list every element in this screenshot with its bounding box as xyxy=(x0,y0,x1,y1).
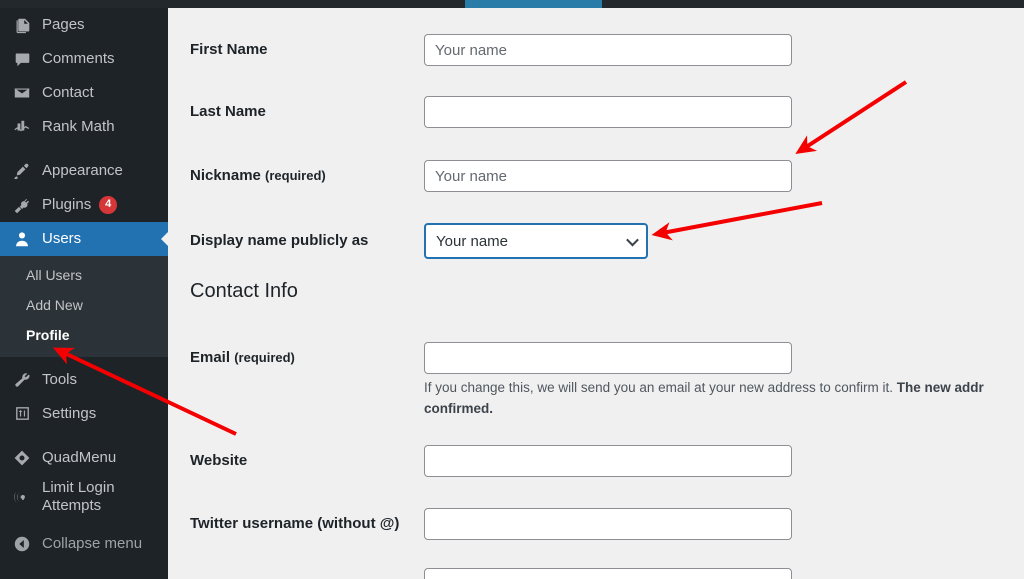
email-help-text: If you change this, we will send you an … xyxy=(424,378,1024,420)
twitter-username-input[interactable] xyxy=(424,508,792,540)
website-input[interactable] xyxy=(424,445,792,477)
display-name-select-wrap xyxy=(424,223,648,259)
sidebar-item-comments[interactable]: Comments xyxy=(0,42,168,76)
sidebar-item-label: Rank Math xyxy=(42,118,115,135)
first-name-input[interactable] xyxy=(424,34,792,66)
sidebar-item-contact[interactable]: Contact xyxy=(0,76,168,110)
last-name-input[interactable] xyxy=(424,96,792,128)
sidebar-item-collapse-menu[interactable]: Collapse menu xyxy=(0,527,168,561)
appearance-brush-icon xyxy=(11,161,33,181)
email-field-wrap xyxy=(424,342,792,374)
collapse-arrow-icon xyxy=(11,534,33,554)
sidebar-item-tools[interactable]: Tools xyxy=(0,363,168,397)
sidebar-item-label: Contact xyxy=(42,84,94,101)
admin-bar-active-segment[interactable] xyxy=(465,0,602,8)
first-name-label: First Name xyxy=(190,41,268,58)
sidebar-divider xyxy=(0,431,168,441)
sidebar-item-plugins[interactable]: Plugins 4 xyxy=(0,188,168,222)
display-name-field-wrap xyxy=(424,223,648,259)
admin-bar xyxy=(0,0,1024,8)
website-field-wrap xyxy=(424,445,792,477)
email-help-text-strong: The new addr xyxy=(896,380,984,395)
pages-icon xyxy=(11,15,33,35)
admin-sidebar: Pages Comments Contact Rank Math Appeara… xyxy=(0,0,169,579)
plugins-plug-icon xyxy=(11,195,33,215)
sidebar-item-label: Comments xyxy=(42,50,115,67)
current-menu-arrow-icon xyxy=(161,231,169,247)
sidebar-item-quadmenu[interactable]: QuadMenu xyxy=(0,441,168,475)
first-name-field-wrap xyxy=(424,34,792,66)
sidebar-item-label: Collapse menu xyxy=(42,534,143,552)
display-name-select[interactable] xyxy=(424,223,648,259)
email-help-text-normal: If you change this, we will send you an … xyxy=(424,380,897,395)
sidebar-item-label: Settings xyxy=(42,404,97,422)
sidebar-item-appearance[interactable]: Appearance xyxy=(0,154,168,188)
comments-icon xyxy=(11,49,33,69)
email-required-note: (required) xyxy=(234,350,295,365)
settings-sliders-icon xyxy=(11,404,33,424)
email-input[interactable] xyxy=(424,342,792,374)
contact-info-heading: Contact Info xyxy=(190,280,298,302)
screen: Pages Comments Contact Rank Math Appeara… xyxy=(0,0,1024,579)
next-field-wrap xyxy=(424,568,792,579)
sidebar-item-all-users[interactable]: All Users xyxy=(0,260,168,290)
sidebar-item-profile[interactable]: Profile xyxy=(0,320,168,350)
last-name-field-wrap xyxy=(424,96,792,128)
nickname-label: Nickname (required) xyxy=(190,167,326,184)
plugins-update-badge: 4 xyxy=(99,196,118,214)
sidebar-item-users[interactable]: Users xyxy=(0,222,169,256)
nickname-required-note: (required) xyxy=(265,168,326,183)
nickname-input[interactable] xyxy=(424,160,792,192)
twitter-username-field-wrap xyxy=(424,508,792,540)
next-partial-input[interactable] xyxy=(424,568,792,579)
sidebar-item-label: Pages xyxy=(42,16,85,33)
twitter-username-label: Twitter username (without @) xyxy=(190,515,400,532)
sidebar-submenu-users: All Users Add New Profile xyxy=(0,256,168,357)
sidebar-item-rank-math[interactable]: Rank Math xyxy=(0,110,168,144)
sidebar-item-label: QuadMenu xyxy=(42,448,117,466)
sidebar-item-label: Users xyxy=(42,230,82,247)
sidebar-item-label: Plugins xyxy=(42,196,92,213)
sidebar-item-label: Appearance xyxy=(42,162,123,179)
sidebar-item-settings[interactable]: Settings xyxy=(0,397,168,431)
sidebar-item-label: Tools xyxy=(42,370,78,388)
limit-login-signal-icon xyxy=(11,487,33,507)
nickname-field-wrap xyxy=(424,160,792,192)
quadmenu-diamond-icon xyxy=(11,448,33,468)
sidebar-item-label: Limit Login Attempts xyxy=(42,479,115,514)
last-name-label: Last Name xyxy=(190,103,266,120)
email-label: Email (required) xyxy=(190,349,295,366)
rank-math-icon xyxy=(11,117,33,137)
email-help-text-strong-line2: confirmed. xyxy=(424,400,494,416)
display-name-label: Display name publicly as xyxy=(190,232,369,249)
envelope-icon xyxy=(11,83,33,103)
sidebar-item-pages[interactable]: Pages xyxy=(0,8,168,42)
users-icon xyxy=(11,229,33,249)
sidebar-item-limit-login-attempts[interactable]: Limit Login Attempts xyxy=(0,475,168,519)
tools-wrench-icon xyxy=(11,370,33,390)
profile-form-content: First Name Last Name Nickname (r xyxy=(168,8,1024,579)
sidebar-item-add-new[interactable]: Add New xyxy=(0,290,168,320)
sidebar-divider xyxy=(0,144,168,154)
website-label: Website xyxy=(190,452,248,469)
